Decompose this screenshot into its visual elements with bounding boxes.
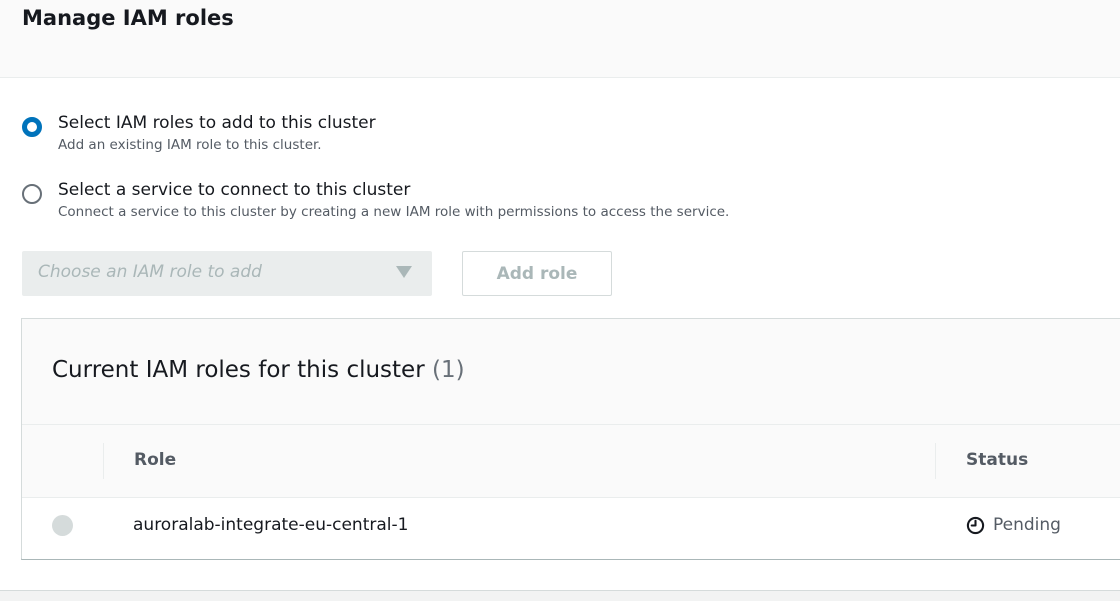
option-label: Select IAM roles to add to this cluster: [58, 113, 376, 133]
option-label: Select a service to connect to this clus…: [58, 180, 411, 200]
footer-band: [0, 590, 1120, 601]
row-select-radio[interactable]: [52, 515, 73, 536]
radio-button-checked[interactable]: [22, 117, 42, 137]
table-row[interactable]: auroralab-integrate-eu-central-1 Pending: [22, 498, 1120, 559]
select-placeholder: Choose an IAM role to add: [38, 262, 262, 282]
role-name: auroralab-integrate-eu-central-1: [133, 515, 409, 535]
panel-title-text: Current IAM roles for this cluster: [52, 357, 425, 383]
page-title: Manage IAM roles: [22, 6, 234, 30]
page-header: Manage IAM roles: [0, 0, 1120, 78]
panel-title: Current IAM roles for this cluster (1): [52, 357, 465, 383]
column-header-role[interactable]: Role: [134, 450, 176, 470]
option-connect-service[interactable]: Select a service to connect to this clus…: [22, 180, 862, 226]
status-cell: Pending: [966, 515, 1061, 535]
current-roles-panel: Current IAM roles for this cluster (1) R…: [21, 318, 1120, 560]
column-divider: [935, 443, 936, 479]
column-divider: [103, 443, 104, 479]
iam-role-select[interactable]: Choose an IAM role to add: [22, 251, 432, 296]
radio-button[interactable]: [22, 184, 42, 204]
caret-down-icon: [396, 266, 412, 278]
option-description: Connect a service to this cluster by cre…: [58, 204, 730, 220]
clock-icon: [966, 516, 985, 534]
panel-header: Current IAM roles for this cluster (1): [22, 319, 1120, 425]
option-add-existing-role[interactable]: Select IAM roles to add to this cluster …: [22, 113, 442, 159]
column-header-status[interactable]: Status: [966, 450, 1028, 470]
table-header: Role Status: [22, 425, 1120, 498]
add-role-button[interactable]: Add role: [462, 251, 612, 296]
status-text: Pending: [993, 515, 1061, 535]
role-count: (1): [431, 357, 465, 383]
option-description: Add an existing IAM role to this cluster…: [58, 137, 322, 153]
